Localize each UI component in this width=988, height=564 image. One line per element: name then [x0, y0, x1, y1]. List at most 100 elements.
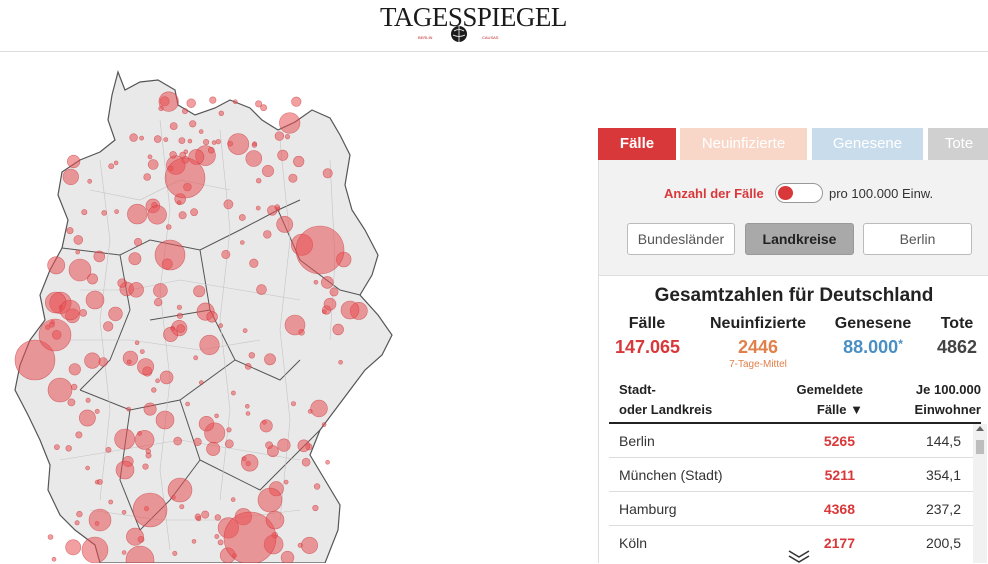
case-bubble[interactable]: [129, 133, 138, 142]
case-bubble[interactable]: [147, 154, 153, 160]
case-bubble[interactable]: [182, 108, 189, 115]
case-bubble[interactable]: [266, 445, 279, 458]
case-bubble[interactable]: [94, 408, 100, 414]
case-bubble[interactable]: [320, 276, 334, 289]
case-bubble[interactable]: [79, 309, 87, 317]
case-bubble[interactable]: [214, 413, 219, 419]
case-bubble[interactable]: [240, 240, 245, 245]
case-bubble[interactable]: [117, 278, 127, 288]
table-row[interactable]: Berlin 5265 144,5: [609, 423, 974, 458]
case-bubble[interactable]: [199, 334, 220, 356]
case-bubble[interactable]: [325, 459, 330, 465]
case-bubble[interactable]: [154, 298, 163, 307]
column-per100k[interactable]: Je 100.000 Einwohner: [915, 380, 981, 420]
case-bubble[interactable]: [276, 215, 294, 233]
case-bubble[interactable]: [178, 211, 187, 220]
case-bubble[interactable]: [196, 516, 202, 522]
case-bubble[interactable]: [87, 178, 93, 184]
case-bubble[interactable]: [290, 401, 296, 407]
case-bubble[interactable]: [208, 146, 215, 154]
case-bubble[interactable]: [279, 112, 301, 134]
case-bubble[interactable]: [132, 492, 168, 528]
case-bubble[interactable]: [176, 312, 183, 319]
case-bubble[interactable]: [128, 282, 144, 298]
case-bubble[interactable]: [218, 110, 225, 116]
case-bubble[interactable]: [313, 483, 321, 490]
case-bubble[interactable]: [187, 138, 193, 144]
case-bubble[interactable]: [267, 205, 278, 216]
case-bubble[interactable]: [198, 416, 215, 432]
case-bubble[interactable]: [209, 96, 217, 104]
case-bubble[interactable]: [158, 91, 179, 112]
case-bubble[interactable]: [329, 287, 339, 297]
case-bubble[interactable]: [221, 249, 231, 259]
case-bubble[interactable]: [288, 173, 298, 183]
case-bubble[interactable]: [68, 258, 92, 282]
case-bubble[interactable]: [137, 358, 155, 376]
case-bubble[interactable]: [274, 131, 285, 141]
case-bubble[interactable]: [127, 203, 148, 225]
case-bubble[interactable]: [198, 129, 204, 134]
case-bubble[interactable]: [301, 457, 311, 467]
case-bubble[interactable]: [257, 487, 283, 513]
table-scrollbar[interactable]: [973, 424, 987, 563]
case-bubble[interactable]: [251, 142, 258, 148]
case-bubble[interactable]: [126, 527, 144, 546]
case-bubble[interactable]: [201, 510, 210, 519]
case-bubble[interactable]: [214, 534, 220, 539]
case-bubble[interactable]: [218, 323, 223, 328]
case-bubble[interactable]: [193, 355, 199, 361]
case-bubble[interactable]: [284, 133, 291, 140]
case-bubble[interactable]: [75, 249, 80, 255]
case-bubble[interactable]: [88, 508, 112, 532]
case-bubble[interactable]: [154, 239, 186, 271]
landkreise-button[interactable]: Landkreise: [745, 223, 854, 255]
case-bubble[interactable]: [62, 168, 79, 185]
case-bubble[interactable]: [211, 140, 217, 145]
case-bubble[interactable]: [283, 479, 289, 485]
case-bubble[interactable]: [134, 340, 140, 346]
scroll-up-arrow[interactable]: [976, 426, 984, 431]
case-bubble[interactable]: [105, 446, 112, 453]
case-bubble[interactable]: [179, 504, 185, 510]
case-bubble[interactable]: [169, 151, 177, 159]
case-bubble[interactable]: [193, 285, 206, 298]
case-bubble[interactable]: [176, 200, 182, 205]
per-capita-toggle[interactable]: [775, 183, 823, 203]
case-bubble[interactable]: [153, 283, 168, 298]
case-bubble[interactable]: [277, 149, 289, 161]
case-bubble[interactable]: [65, 445, 72, 452]
case-bubble[interactable]: [147, 159, 159, 170]
case-bubble[interactable]: [85, 465, 90, 471]
tagesspiegel-logo[interactable]: TAGESSPIEGEL BERLIN CAUSAS: [380, 3, 567, 47]
case-bubble[interactable]: [165, 224, 172, 230]
case-bubble[interactable]: [214, 514, 222, 521]
case-bubble[interactable]: [297, 542, 303, 548]
case-bubble[interactable]: [295, 225, 345, 275]
case-bubble[interactable]: [313, 280, 319, 285]
case-bubble[interactable]: [277, 438, 291, 452]
case-bubble[interactable]: [260, 104, 267, 112]
table-row[interactable]: Hamburg 4368 237,2: [609, 491, 974, 526]
case-bubble[interactable]: [203, 138, 210, 146]
case-bubble[interactable]: [193, 437, 202, 447]
case-bubble[interactable]: [259, 419, 273, 433]
tab-tote[interactable]: Tote: [928, 128, 988, 160]
case-bubble[interactable]: [297, 439, 311, 453]
case-bubble[interactable]: [151, 387, 157, 393]
case-bubble[interactable]: [223, 199, 234, 210]
case-bubble[interactable]: [261, 165, 274, 178]
case-bubble[interactable]: [224, 439, 234, 449]
case-bubble[interactable]: [233, 99, 238, 105]
case-bubble[interactable]: [293, 155, 305, 168]
case-bubble[interactable]: [74, 520, 80, 526]
case-bubble[interactable]: [176, 324, 185, 333]
case-bubble[interactable]: [81, 209, 88, 216]
case-bubble[interactable]: [186, 98, 196, 108]
case-bubble[interactable]: [241, 454, 259, 472]
case-bubble[interactable]: [244, 362, 252, 370]
case-bubble[interactable]: [103, 321, 114, 332]
case-bubble[interactable]: [85, 290, 105, 310]
case-bubble[interactable]: [173, 436, 182, 446]
case-bubble[interactable]: [263, 230, 272, 239]
